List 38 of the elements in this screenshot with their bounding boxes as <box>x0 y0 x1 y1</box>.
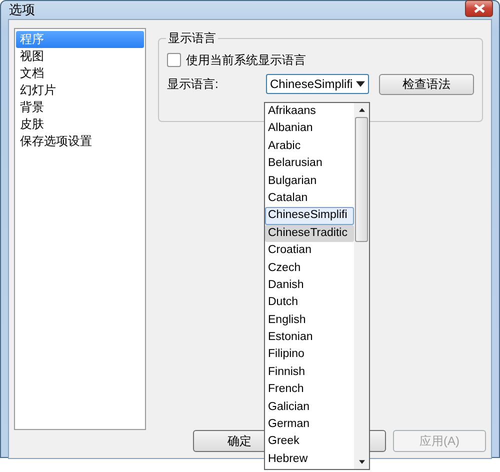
language-option[interactable]: French <box>265 381 354 399</box>
language-option[interactable]: Galician <box>265 398 354 416</box>
scroll-up-icon[interactable] <box>358 108 364 112</box>
language-option[interactable]: ChineseSimplifi <box>265 207 354 225</box>
language-option[interactable]: Estonian <box>265 329 354 346</box>
dropdown-caret-icon[interactable] <box>356 81 365 87</box>
sidebar-item[interactable]: 视图 <box>16 48 144 65</box>
sidebar-item[interactable]: 背景 <box>16 99 144 116</box>
scrollbar[interactable] <box>354 103 369 469</box>
scrollbar-thumb[interactable] <box>355 117 368 242</box>
check-grammar-button[interactable]: 检查语法 <box>379 74 474 94</box>
language-option[interactable]: Czech <box>265 260 354 277</box>
language-option[interactable]: Hebrew <box>265 450 354 468</box>
language-option[interactable]: Albanian <box>265 120 354 138</box>
language-option[interactable]: Afrikaans <box>265 103 354 120</box>
language-option[interactable]: Belarusian <box>265 155 354 173</box>
language-option[interactable]: Catalan <box>265 190 354 208</box>
language-option[interactable]: Danish <box>265 276 354 294</box>
language-option[interactable]: Arabic <box>265 138 354 156</box>
checkbox[interactable] <box>167 53 181 67</box>
sidebar-item[interactable]: 文档 <box>16 65 144 82</box>
language-option[interactable]: English <box>265 312 354 330</box>
language-dropdown[interactable]: ChineseSimplifi <box>266 74 369 94</box>
language-option[interactable]: Filipino <box>265 346 354 364</box>
language-option[interactable]: Dutch <box>265 294 354 312</box>
language-option[interactable]: Bulgarian <box>265 172 354 190</box>
close-button[interactable] <box>465 0 493 16</box>
sidebar-item[interactable]: 保存选项设置 <box>16 133 144 150</box>
language-option[interactable]: Finnish <box>265 364 354 382</box>
language-label: 显示语言: <box>167 76 220 92</box>
language-option[interactable]: Croatian <box>265 242 354 260</box>
sidebar-item[interactable]: 皮肤 <box>16 116 144 133</box>
language-option[interactable]: ChineseTraditic <box>265 224 354 242</box>
window-title: 选项 <box>9 1 35 19</box>
close-icon[interactable] <box>474 4 484 12</box>
sidebar-item[interactable]: 幻灯片 <box>16 82 144 99</box>
checkbox-label: 使用当前系统显示语言 <box>186 52 306 68</box>
group-title: 显示语言 <box>166 30 218 47</box>
